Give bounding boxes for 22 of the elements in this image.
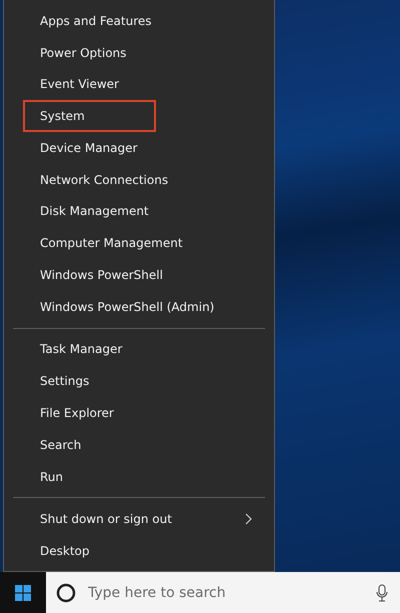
search-bar[interactable]: Type here to search <box>46 572 400 613</box>
menu-item[interactable]: Device Manager <box>23 132 156 164</box>
menu-item[interactable]: Task Manager <box>23 334 156 366</box>
windows-logo-icon <box>15 584 31 600</box>
microphone-icon[interactable] <box>376 584 388 602</box>
menu-item[interactable]: Desktop <box>23 535 156 567</box>
menu-item[interactable]: Disk Management <box>23 196 165 228</box>
menu-item[interactable]: Computer Management <box>23 227 199 260</box>
menu-item[interactable]: System <box>23 100 156 132</box>
menu-item[interactable]: Settings <box>23 365 156 398</box>
menu-item[interactable]: Shut down or sign out <box>23 503 268 536</box>
menu-item[interactable]: Windows PowerShell <box>23 259 179 291</box>
menu-item[interactable]: Event Viewer <box>23 68 156 100</box>
menu-item[interactable]: Power Options <box>23 36 156 69</box>
menu-item[interactable]: Run <box>23 460 156 492</box>
menu-item[interactable]: Search <box>23 428 156 461</box>
circle-icon <box>56 582 76 602</box>
menu-item[interactable]: File Explorer <box>23 397 156 429</box>
chevron-icon <box>245 513 252 526</box>
menu-item[interactable]: Apps and Features <box>23 5 168 37</box>
menu-item[interactable]: Windows PowerShell (Admin) <box>23 290 230 323</box>
menu-item[interactable]: Network Connections <box>23 164 184 196</box>
